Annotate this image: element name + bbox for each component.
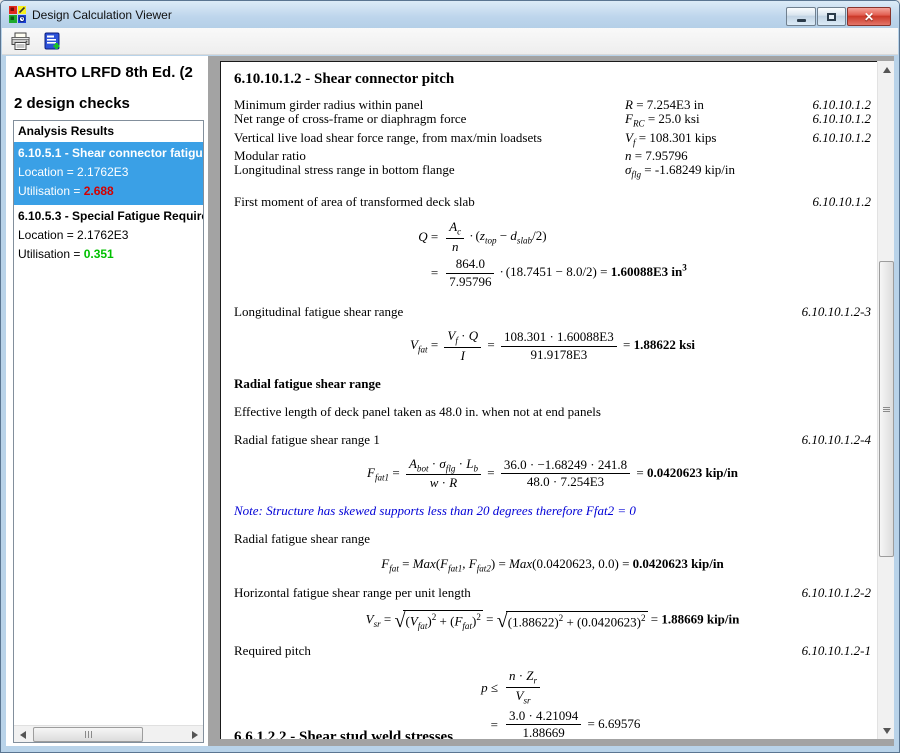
thumb-grip-icon xyxy=(883,407,890,412)
result-item-utilisation: Utilisation = 2.688 xyxy=(18,182,199,201)
section-row: Required pitch 6.10.10.1.2-1 xyxy=(234,642,871,659)
listbox-empty-space xyxy=(14,268,203,725)
scroll-left-arrow[interactable] xyxy=(14,726,31,743)
param-ref xyxy=(793,149,871,163)
add-to-report-button[interactable] xyxy=(40,29,64,53)
design-code-title: AASHTO LRFD 8th Ed. (2 xyxy=(14,64,204,81)
document-area: 6.10.10.1.2 - Shear connector pitch Mini… xyxy=(208,56,894,746)
equation-vfat: Vfat = Vf · QI = 108.301 · 1.60088E391.9… xyxy=(234,329,871,363)
param-value: σflg = -1.68249 kip/in xyxy=(625,163,793,182)
document-vertical-scrollbar[interactable] xyxy=(877,61,894,739)
document-page: 6.10.10.1.2 - Shear connector pitch Mini… xyxy=(220,61,878,739)
param-row: Net range of cross-frame or diaphragm fo… xyxy=(234,112,871,131)
param-ref xyxy=(793,163,871,182)
titlebar[interactable]: Design Calculation Viewer ✕ xyxy=(1,1,899,28)
section-row: Horizontal fatigue shear range per unit … xyxy=(234,584,871,601)
section-heading: 6.10.10.1.2 - Shear connector pitch xyxy=(234,71,871,88)
section-ref: 6.10.10.1.2-2 xyxy=(802,584,871,601)
app-icon xyxy=(9,6,26,23)
param-label: Longitudinal stress range in bottom flan… xyxy=(234,163,625,182)
section-label: Radial fatigue shear range 1 xyxy=(234,431,802,448)
param-ref: 6.10.10.1.2 xyxy=(793,98,871,112)
param-row: Longitudinal stress range in bottom flan… xyxy=(234,163,871,182)
close-button[interactable]: ✕ xyxy=(847,7,891,26)
window-title: Design Calculation Viewer xyxy=(32,8,786,22)
section-row: Radial fatigue shear range 1 6.10.10.1.2… xyxy=(234,431,871,448)
param-label: Modular ratio xyxy=(234,149,625,163)
add-report-icon xyxy=(42,32,63,51)
section-row: First moment of area of transformed deck… xyxy=(234,193,871,210)
scroll-down-arrow[interactable] xyxy=(878,722,895,739)
param-row: Vertical live load shear force range, fr… xyxy=(234,131,871,150)
param-row: Modular ratio n = 7.95796 xyxy=(234,149,871,163)
next-section-heading: 6.6.1.2.2 - Shear stud weld stresses xyxy=(234,729,453,739)
section-label: Horizontal fatigue shear range per unit … xyxy=(234,584,802,601)
maximize-icon xyxy=(827,13,836,21)
subsection-heading: Radial fatigue shear range xyxy=(234,375,871,392)
section-row: Effective length of deck panel taken as … xyxy=(234,403,871,420)
param-value: Vf = 108.301 kips xyxy=(625,131,793,150)
result-item-6-10-5-1[interactable]: 6.10.5.1 - Shear connector fatigue Locat… xyxy=(14,142,203,205)
result-item-location: Location = 2.1762E3 xyxy=(18,163,199,182)
section-label: Longitudinal fatigue shear range xyxy=(234,303,802,320)
utilisation-value: 2.688 xyxy=(84,184,114,198)
section-ref: 6.10.10.1.2-4 xyxy=(802,431,871,448)
equation-ffat: Ffat = Max(Ffat1, Ffat2) = Max(0.0420623… xyxy=(234,556,871,574)
sidebar: AASHTO LRFD 8th Ed. (2 2 design checks A… xyxy=(6,56,208,746)
down-arrow-icon xyxy=(883,728,891,734)
result-item-location: Location = 2.1762E3 xyxy=(18,226,199,245)
toolbar xyxy=(2,28,898,55)
results-header: Analysis Results xyxy=(14,121,203,142)
section-row: Radial fatigue shear range xyxy=(234,530,871,547)
param-value: FRC = 25.0 ksi xyxy=(625,112,793,131)
thumb-grip-icon xyxy=(85,731,92,738)
up-arrow-icon xyxy=(883,67,891,73)
left-arrow-icon xyxy=(20,731,26,739)
equation-vsr: Vsr = √(Vfat)2 + (Ffat)2 = √(1.88622)2 +… xyxy=(234,610,871,631)
content-area: AASHTO LRFD 8th Ed. (2 2 design checks A… xyxy=(6,56,894,746)
result-item-title: 6.10.5.3 - Special Fatigue Require xyxy=(18,207,199,226)
param-value: n = 7.95796 xyxy=(625,149,793,163)
section-ref: 6.10.10.1.2-1 xyxy=(802,642,871,659)
scroll-right-arrow[interactable] xyxy=(186,726,203,743)
minimize-icon xyxy=(797,19,806,22)
sidebar-horizontal-scrollbar[interactable] xyxy=(14,725,203,742)
results-listbox: Analysis Results 6.10.5.1 - Shear connec… xyxy=(13,120,204,743)
right-arrow-icon xyxy=(192,731,198,739)
result-item-6-10-5-3[interactable]: 6.10.5.3 - Special Fatigue Require Locat… xyxy=(14,205,203,268)
design-calculation-viewer-window: Design Calculation Viewer ✕ xyxy=(0,0,900,753)
param-ref: 6.10.10.1.2 xyxy=(793,112,871,131)
horizontal-scroll-thumb[interactable] xyxy=(33,727,143,742)
result-item-title: 6.10.5.1 - Shear connector fatigue xyxy=(18,144,199,163)
param-label: Vertical live load shear force range, fr… xyxy=(234,131,625,150)
param-row: Minimum girder radius within panel R = 7… xyxy=(234,98,871,112)
section-label: Effective length of deck panel taken as … xyxy=(234,403,871,420)
vertical-scroll-thumb[interactable] xyxy=(879,261,894,557)
design-checks-count: 2 design checks xyxy=(14,95,204,112)
section-ref: 6.10.10.1.2-3 xyxy=(802,303,871,320)
section-row: Longitudinal fatigue shear range 6.10.10… xyxy=(234,303,871,320)
scroll-up-arrow[interactable] xyxy=(878,61,895,78)
section-ref: 6.10.10.1.2 xyxy=(813,193,872,210)
equation-q: Q = Acn·(ztop − dslab/2) = 864.07.95796·… xyxy=(418,217,687,292)
utilisation-value: 0.351 xyxy=(84,247,114,261)
section-label: First moment of area of transformed deck… xyxy=(234,193,813,210)
close-icon: ✕ xyxy=(864,11,874,23)
maximize-button[interactable] xyxy=(817,7,846,26)
note-text: Note: Structure has skewed supports less… xyxy=(234,502,871,519)
section-label: Radial fatigue shear range xyxy=(234,530,871,547)
param-ref: 6.10.10.1.2 xyxy=(793,131,871,150)
minimize-button[interactable] xyxy=(786,7,816,26)
result-item-utilisation: Utilisation = 0.351 xyxy=(18,245,199,264)
param-value: R = 7.254E3 in xyxy=(625,98,793,112)
equation-ffat1: Ffat1 = Abot · σflg · Lbw · R = 36.0 · −… xyxy=(234,457,871,491)
section-label: Required pitch xyxy=(234,642,802,659)
param-label: Net range of cross-frame or diaphragm fo… xyxy=(234,112,625,131)
equation-pitch: p ≤ n · ZrVsr = 3.0 · 4.210941.88669 = 6… xyxy=(465,666,641,739)
print-button[interactable] xyxy=(8,29,32,53)
param-label: Minimum girder radius within panel xyxy=(234,98,625,112)
printer-icon xyxy=(10,32,31,51)
